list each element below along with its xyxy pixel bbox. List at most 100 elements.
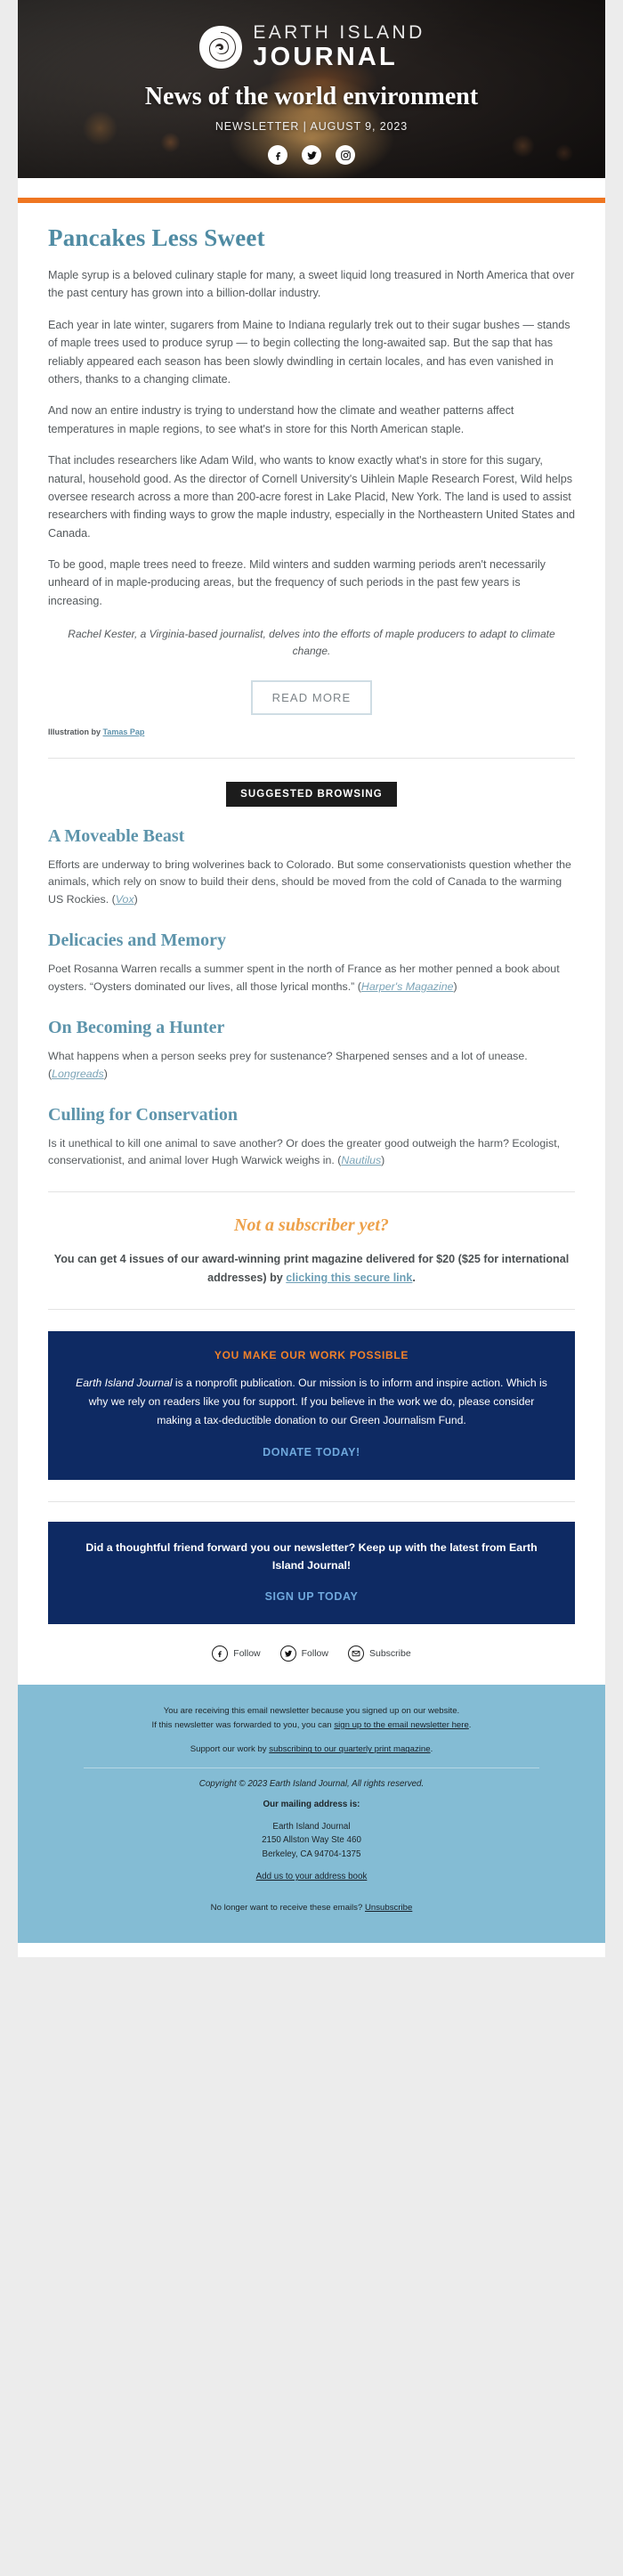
email-page: EARTH ISLAND JOURNAL News of the world e… <box>0 0 623 1958</box>
footer-gap <box>53 1732 570 1743</box>
twitter-icon[interactable] <box>302 145 321 165</box>
suggested-item: Culling for Conservation Is it unethical… <box>48 1105 575 1171</box>
section-divider <box>48 757 575 759</box>
suggested-item-source-link[interactable]: Vox <box>116 893 134 906</box>
footer-reason-after: . <box>468 1719 472 1730</box>
suggested-item-text: Poet Rosanna Warren recalls a summer spe… <box>48 963 560 993</box>
subscribe-email[interactable]: Subscribe <box>347 1646 411 1662</box>
follow-twitter-label: Follow <box>301 1648 328 1660</box>
footer-support-before: Support our work by <box>190 1744 270 1755</box>
footer-divider <box>84 1767 539 1768</box>
suggested-item-source-link[interactable]: Nautilus <box>341 1154 381 1166</box>
footer-mailing-heading: Our mailing address is: <box>263 1799 360 1809</box>
footer-gap <box>53 1861 570 1872</box>
brand-lockup: EARTH ISLAND JOURNAL <box>18 23 605 70</box>
sign-up-today-button[interactable]: SIGN UP TODAY <box>265 1590 359 1603</box>
footer-gap <box>53 1892 570 1903</box>
suggested-item-title[interactable]: A Moveable Beast <box>48 826 575 847</box>
footer-address-book-line: Add us to your address book <box>53 1872 570 1881</box>
footer-reason-line1: You are receiving this email newsletter … <box>163 1706 460 1717</box>
footer-support-line: Support our work by subscribing to our q… <box>53 1743 570 1757</box>
illustration-credit: Illustration by Tamas Pap <box>48 727 575 736</box>
footer-reason-line2: If this newsletter was forwarded to you,… <box>53 1719 570 1733</box>
footer-unsubscribe-line: No longer want to receive these emails? … <box>53 1903 570 1913</box>
footer-address-line: Earth Island Journal <box>272 1821 351 1832</box>
brand-name-line2: JOURNAL <box>253 43 398 71</box>
newsletter-date: NEWSLETTER | AUGUST 9, 2023 <box>214 120 409 133</box>
footer-gap <box>53 1881 570 1892</box>
read-more-button[interactable]: READ MORE <box>250 679 373 715</box>
article-paragraph: To be good, maple trees need to freeze. … <box>48 558 546 607</box>
subscriber-text: You can get 4 issues of our award-winnin… <box>48 1250 575 1288</box>
footer-address-book-link[interactable]: Add us to your address book <box>256 1872 368 1881</box>
footer-address-line: 2150 Allston Way Ste 460 <box>262 1835 361 1846</box>
donate-panel: YOU MAKE OUR WORK POSSIBLE Earth Island … <box>48 1330 575 1480</box>
twitter-icon <box>279 1646 296 1662</box>
illustration-credit-link[interactable]: Tamas Pap <box>103 727 145 736</box>
suggested-item-title[interactable]: Culling for Conservation <box>48 1105 575 1125</box>
suggested-item-source-link[interactable]: Harper's Magazine <box>361 980 454 993</box>
suggested-item-text: What happens when a person seeks prey fo… <box>48 1049 528 1080</box>
envelope-icon <box>347 1646 364 1662</box>
article-paragraph: Maple syrup is a beloved culinary staple… <box>48 269 575 300</box>
footer-unsub-before: No longer want to receive these emails? <box>210 1903 365 1914</box>
email-footer: You are receiving this email newsletter … <box>18 1685 605 1944</box>
suggested-item: A Moveable Beast Efforts are underway to… <box>48 826 575 910</box>
footer-gap <box>53 1789 570 1800</box>
hero-social-row <box>18 145 605 165</box>
footer-signup-link[interactable]: sign up to the email newsletter here <box>334 1720 468 1730</box>
facebook-icon[interactable] <box>268 145 287 165</box>
footer-reason-before: If this newsletter was forwarded to you,… <box>151 1719 335 1730</box>
donate-today-button[interactable]: DONATE TODAY! <box>263 1446 360 1459</box>
suggested-item-title[interactable]: On Becoming a Hunter <box>48 1018 575 1038</box>
section-divider <box>48 1500 575 1502</box>
subscriber-text-after: . <box>412 1271 416 1284</box>
article-title: Pancakes Less Sweet <box>48 224 265 251</box>
suggested-browsing-header: SUGGESTED BROWSING <box>48 781 575 807</box>
signup-panel: Did a thoughtful friend forward you our … <box>48 1521 575 1625</box>
email-body: EARTH ISLAND JOURNAL News of the world e… <box>18 0 605 1958</box>
suggested-item: Delicacies and Memory Poet Rosanna Warre… <box>48 930 575 996</box>
suggested-item-body: What happens when a person seeks prey fo… <box>48 1048 575 1084</box>
suggested-item-text-end: ) <box>134 893 138 906</box>
suggested-item-source-link[interactable]: Longreads <box>52 1068 104 1080</box>
article-paragraph: That includes researchers like Adam Wild… <box>48 454 575 540</box>
suggested-item-title[interactable]: Delicacies and Memory <box>48 930 575 951</box>
article-author-credit: Rachel Kester, a Virginia-based journali… <box>68 628 555 658</box>
facebook-icon <box>212 1646 229 1662</box>
suggested-item-body: Efforts are underway to bring wolverines… <box>48 857 575 910</box>
donate-panel-body: Earth Island Journal is a nonprofit publ… <box>71 1374 552 1430</box>
suggested-item: On Becoming a Hunter What happens when a… <box>48 1018 575 1084</box>
footer-copyright: Copyright © 2023 Earth Island Journal, A… <box>198 1778 425 1789</box>
donate-brand-name: Earth Island Journal <box>76 1376 173 1389</box>
article-section: Pancakes Less Sweet Maple syrup is a bel… <box>18 224 605 1625</box>
suggested-item-text-end: ) <box>453 980 457 993</box>
section-divider <box>48 1308 575 1310</box>
footer-support-after: . <box>430 1744 433 1755</box>
hero-banner: EARTH ISLAND JOURNAL News of the world e… <box>18 0 605 178</box>
footer-unsubscribe-link[interactable]: Unsubscribe <box>365 1903 412 1913</box>
donate-panel-title: YOU MAKE OUR WORK POSSIBLE <box>214 1348 409 1361</box>
footer-gap <box>53 1809 570 1820</box>
suggested-item-text: Is it unethical to kill one animal to sa… <box>48 1136 561 1167</box>
hero-tagline: News of the world environment <box>144 83 479 110</box>
follow-facebook[interactable]: Follow <box>212 1646 261 1662</box>
suggested-item-body: Poet Rosanna Warren recalls a summer spe… <box>48 961 575 996</box>
subscribe-secure-link[interactable]: clicking this secure link <box>286 1272 412 1284</box>
follow-facebook-label: Follow <box>233 1648 261 1660</box>
suggested-item-text-end: ) <box>381 1154 385 1167</box>
suggested-item-text-end: ) <box>103 1067 108 1080</box>
earth-island-spiral-logo-icon <box>198 24 244 70</box>
brand-name-line1: EARTH ISLAND <box>253 22 425 43</box>
footer-subscribe-link[interactable]: subscribing to our quarterly print magaz… <box>269 1744 430 1754</box>
suggested-browsing-badge: SUGGESTED BROWSING <box>226 781 397 807</box>
orange-divider-rule <box>18 198 605 203</box>
subscribe-email-label: Subscribe <box>368 1648 411 1660</box>
section-divider <box>48 1191 575 1193</box>
article-paragraph: Each year in late winter, sugarers from … <box>48 318 570 386</box>
follow-twitter[interactable]: Follow <box>279 1646 328 1662</box>
instagram-icon[interactable] <box>336 145 355 165</box>
footer-address-line: Berkeley, CA 94704-1375 <box>262 1849 361 1859</box>
footer-tail-spacer <box>18 1943 605 1958</box>
follow-row: Follow Follow Subscribe <box>18 1624 605 1686</box>
